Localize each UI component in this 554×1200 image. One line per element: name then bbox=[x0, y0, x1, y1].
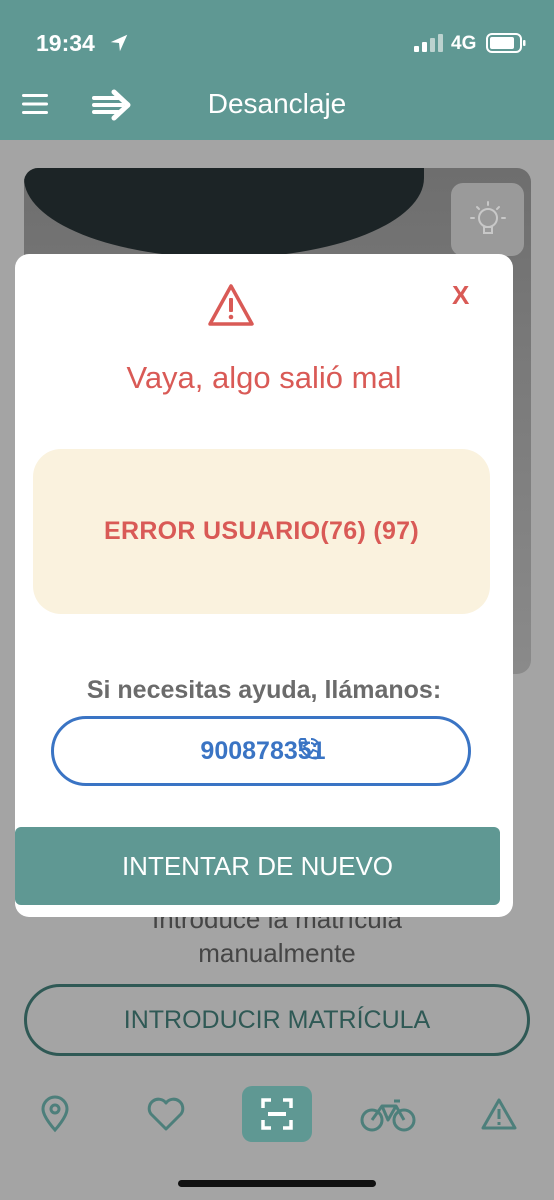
enter-plate-button[interactable]: INTRODUCIR MATRÍCULA bbox=[24, 984, 530, 1056]
home-indicator bbox=[178, 1180, 376, 1187]
dialog-title: Vaya, algo salió mal bbox=[126, 360, 402, 395]
nav-report[interactable] bbox=[464, 1086, 534, 1142]
nav-map[interactable] bbox=[20, 1086, 90, 1142]
app-header: 19:34 4G Desanclaje bbox=[0, 0, 554, 140]
status-time: 19:34 bbox=[36, 30, 95, 56]
location-arrow-icon bbox=[110, 34, 128, 52]
nav-favorites[interactable] bbox=[131, 1086, 201, 1142]
nav-scan[interactable] bbox=[242, 1086, 312, 1142]
bicycle-icon bbox=[360, 1099, 416, 1132]
network-type: 4G bbox=[451, 33, 477, 54]
flash-button[interactable] bbox=[451, 183, 524, 256]
phone-icon bbox=[298, 738, 320, 760]
page-title: Desanclaje bbox=[207, 88, 347, 119]
close-button[interactable]: X bbox=[452, 280, 469, 311]
lightbulb-icon bbox=[469, 200, 506, 234]
battery-icon bbox=[486, 33, 526, 53]
warning-icon bbox=[208, 284, 254, 326]
map-pin-icon bbox=[41, 1095, 69, 1133]
error-dialog: X Vaya, algo salió mal ERROR USUARIO(76)… bbox=[15, 254, 513, 917]
phone-call-button[interactable]: 900878351 bbox=[51, 716, 471, 786]
nav-bikes[interactable] bbox=[353, 1086, 423, 1142]
bottom-nav bbox=[0, 1074, 554, 1154]
error-message-box: ERROR USUARIO(76) (97) bbox=[33, 449, 490, 614]
scan-icon bbox=[261, 1098, 293, 1130]
error-message: ERROR USUARIO(76) (97) bbox=[104, 517, 419, 545]
heart-icon bbox=[147, 1097, 185, 1131]
signal-icon bbox=[414, 34, 443, 52]
warning-icon bbox=[481, 1098, 517, 1130]
retry-button[interactable]: INTENTAR DE NUEVO bbox=[15, 827, 500, 905]
help-text: Si necesitas ayuda, llámanos: bbox=[86, 676, 442, 704]
